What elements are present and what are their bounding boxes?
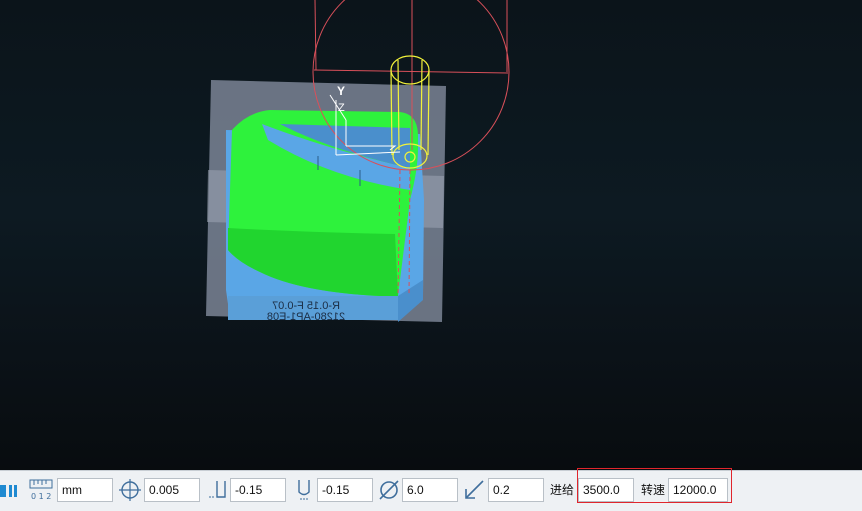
view-mode-icon[interactable] <box>0 477 18 503</box>
ruler-units-icon: 0 1 2 <box>29 479 53 501</box>
step-arrow-icon <box>465 480 484 499</box>
part-engraving: R-0.15 F-0.07 21280-AP1-E08 <box>267 300 345 323</box>
crosshair-tolerance-icon <box>119 479 141 501</box>
side-stock-icon <box>209 481 226 498</box>
axis-y-label: Y <box>337 84 345 98</box>
tool-diameter-field[interactable]: 6.0 <box>402 478 458 502</box>
side-stock-field[interactable]: -0.15 <box>230 478 286 502</box>
svg-text:0 1 2: 0 1 2 <box>31 492 51 501</box>
axis-z-label: Z <box>338 102 345 114</box>
diameter-icon <box>379 480 399 500</box>
bottom-stock-icon <box>298 480 310 500</box>
bottom-stock-field[interactable]: -0.15 <box>317 478 373 502</box>
bottom-toolbar: 0 1 2 mm 0.005 -0.15 -0.15 6.0 0.2 进给 35… <box>0 470 862 511</box>
feed-label: 进给 <box>550 483 575 497</box>
3d-viewport[interactable]: R-0.15 F-0.07 21280-AP1-E08 Y Z <box>0 0 862 470</box>
unit-select[interactable]: mm <box>57 478 113 502</box>
feed-speed-highlight <box>577 468 732 503</box>
viewport-canvas: R-0.15 F-0.07 21280-AP1-E08 Y Z <box>206 0 510 323</box>
part-engraving-line2: 21280-AP1-E08 <box>267 311 345 323</box>
tolerance-field[interactable]: 0.005 <box>144 478 200 502</box>
step-field[interactable]: 0.2 <box>488 478 544 502</box>
